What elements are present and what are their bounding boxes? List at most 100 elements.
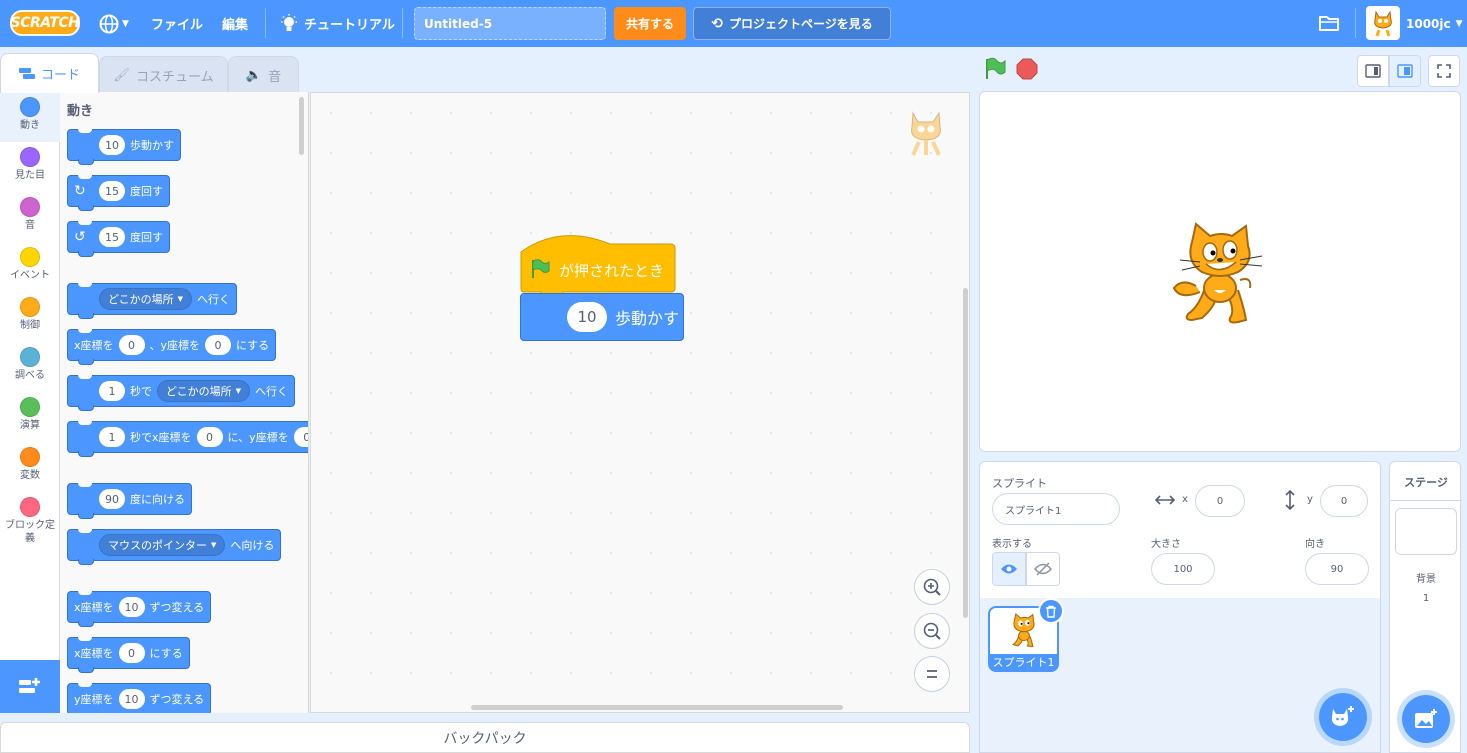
category-events[interactable]: イベント	[0, 242, 60, 292]
category-menu: 動き 見た目 音 イベント 制御 調べる 演算 変数 ブロック定義	[0, 92, 60, 660]
block-input[interactable]: 0	[118, 335, 145, 355]
block-point-towards[interactable]: マウスのポインター ▼ へ向ける	[67, 529, 282, 565]
avatar[interactable]	[1366, 6, 1400, 40]
folder-icon[interactable]	[1318, 12, 1340, 34]
move-steps-block[interactable]: 10 歩動かす	[520, 293, 684, 341]
account-menu[interactable]: 1000jc ▼	[1406, 0, 1463, 47]
block-dropdown[interactable]: どこかの場所 ▼	[99, 288, 193, 310]
vertical-arrows-icon	[1285, 490, 1295, 510]
delete-sprite-button[interactable]	[1038, 598, 1064, 624]
block-dropdown[interactable]: どこかの場所 ▼	[157, 380, 251, 402]
category-sound[interactable]: 音	[0, 192, 60, 242]
block-glide[interactable]: 1 秒で どこかの場所 ▼ へ行く	[67, 375, 296, 411]
block-input[interactable]: 0	[293, 427, 308, 447]
category-control[interactable]: 制御	[0, 292, 60, 342]
stop-button[interactable]	[1015, 57, 1039, 81]
tutorials-button[interactable]: チュートリアル	[280, 0, 395, 47]
add-sprite-button[interactable]	[1319, 693, 1367, 741]
block-change-y[interactable]: y座標を 10 ずつ変える	[67, 683, 212, 713]
username: 1000jc	[1406, 16, 1451, 31]
file-menu[interactable]: ファイル	[151, 0, 203, 47]
category-operators[interactable]: 演算	[0, 392, 60, 442]
fullscreen-icon	[1437, 64, 1451, 78]
block-point-direction[interactable]: 90 度に向ける	[67, 483, 192, 519]
block-set-x[interactable]: x座標を 0 にする	[67, 637, 190, 673]
divider	[1390, 500, 1462, 501]
workspace-vertical-scrollbar[interactable]	[963, 288, 968, 618]
zoom-in-button[interactable]	[914, 569, 950, 605]
block-input[interactable]: 10	[118, 689, 145, 709]
block-glide-xy[interactable]: 1 秒でx座標を 0 に、y座標を 0	[67, 421, 308, 457]
category-variables[interactable]: 変数	[0, 442, 60, 492]
tab-costumes[interactable]: 🖌 コスチューム	[99, 56, 228, 93]
zoom-reset-button[interactable]	[914, 656, 950, 692]
category-sensing[interactable]: 調べる	[0, 342, 60, 392]
zoom-out-button[interactable]	[914, 613, 950, 649]
palette-scrollbar[interactable]	[299, 97, 304, 155]
fullscreen-button[interactable]	[1428, 55, 1460, 87]
block-goto-xy[interactable]: x座標を 0 、y座標を 0 にする	[67, 329, 277, 365]
block-input[interactable]: 0	[205, 335, 232, 355]
sprite-watermark-icon	[911, 111, 941, 156]
show-sprite-button[interactable]	[992, 552, 1026, 586]
backpack-header[interactable]: バックパック	[0, 722, 970, 753]
block-text: 度回す	[130, 185, 163, 198]
block-input[interactable]: 90	[99, 489, 125, 509]
hide-sprite-button[interactable]	[1026, 552, 1060, 586]
stage-selector[interactable]: ステージ 背景 1	[1389, 461, 1462, 753]
chevron-down-icon: ▼	[1455, 18, 1463, 29]
block-input[interactable]: 1	[99, 381, 125, 401]
direction-label: 向き	[1305, 539, 1325, 550]
size-label: 大きさ	[1151, 539, 1181, 550]
green-flag-button[interactable]	[983, 57, 1007, 81]
category-variables-label: 変数	[20, 470, 40, 481]
block-dropdown[interactable]: マウスのポインター ▼	[99, 534, 226, 556]
sprite-name-input[interactable]: スプライト1	[992, 493, 1120, 525]
backdrops-count: 1	[1422, 593, 1430, 604]
stage-thumbnail[interactable]	[1395, 508, 1457, 555]
refresh-icon: ⟲	[711, 15, 723, 32]
tab-code[interactable]: コード	[0, 53, 99, 93]
script-workspace[interactable]: が押されたとき 10 歩動かす	[310, 92, 970, 713]
block-move-steps[interactable]: 10 歩動かす	[67, 129, 181, 165]
workspace-horizontal-scrollbar[interactable]	[471, 705, 843, 710]
normal-stage-button[interactable]	[1389, 55, 1421, 87]
block-input[interactable]: 10	[99, 135, 125, 155]
direction-input[interactable]: 90	[1305, 553, 1369, 585]
block-input[interactable]: 10	[118, 597, 145, 617]
share-button[interactable]: 共有する	[614, 7, 686, 40]
y-position-input[interactable]: 0	[1320, 485, 1368, 517]
size-input[interactable]: 100	[1151, 553, 1215, 585]
block-input[interactable]: 0	[196, 427, 223, 447]
block-input[interactable]: 15	[99, 181, 125, 201]
block-input[interactable]: 0	[118, 643, 145, 663]
block-change-x[interactable]: x座標を 10 ずつ変える	[67, 591, 212, 627]
category-looks[interactable]: 見た目	[0, 142, 60, 192]
stage-canvas[interactable]	[979, 91, 1461, 452]
move-steps-input[interactable]: 10	[567, 302, 607, 332]
when-flag-clicked-block[interactable]: が押されたとき	[520, 230, 676, 294]
add-backdrop-button[interactable]	[1402, 695, 1450, 743]
category-motion[interactable]: 動き	[0, 92, 60, 142]
block-input[interactable]: 15	[99, 227, 125, 247]
block-goto[interactable]: どこかの場所 ▼ へ行く	[67, 283, 238, 319]
category-variables-dot	[20, 447, 40, 467]
sprite-info-panel: スプライト スプライト1 x 0 y 0 表示する 大きさ 100 向き 90	[979, 461, 1381, 599]
chevron-down-icon: ▼	[235, 387, 242, 395]
category-sound-label: 音	[25, 220, 35, 231]
block-input[interactable]: 1	[99, 427, 125, 447]
category-my-blocks[interactable]: ブロック定義	[0, 492, 60, 552]
add-extension-button[interactable]	[0, 660, 60, 713]
language-menu[interactable]: ▼	[99, 0, 129, 47]
edit-menu[interactable]: 編集	[222, 0, 248, 47]
block-turn-right[interactable]: ↻ 15 度回す	[67, 175, 170, 211]
tab-sounds[interactable]: 🔈 音	[228, 56, 299, 93]
scratch-logo[interactable]: SCRATCH	[10, 10, 80, 36]
block-turn-left[interactable]: ↺ 15 度回す	[67, 221, 170, 257]
project-title-input[interactable]: Untitled-5	[414, 7, 606, 40]
small-stage-button[interactable]	[1357, 55, 1389, 87]
cat-sprite[interactable]	[1170, 222, 1270, 326]
x-position-input[interactable]: 0	[1195, 485, 1245, 517]
see-project-page-button[interactable]: ⟲ プロジェクトページを見る	[693, 7, 891, 40]
y-label: y	[1307, 494, 1313, 505]
